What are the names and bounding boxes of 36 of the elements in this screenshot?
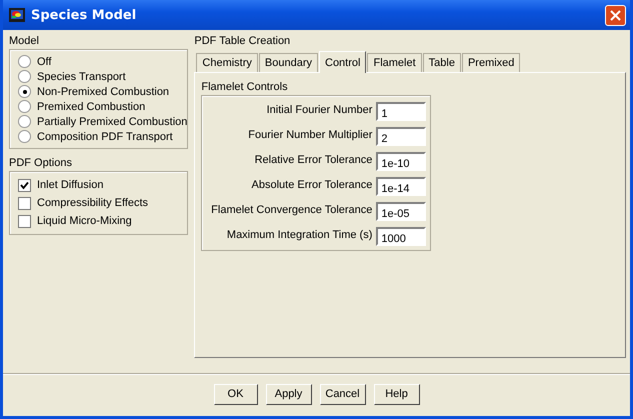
field-label: Initial Fourier Number bbox=[266, 103, 372, 116]
checkbox-label: Inlet Diffusion bbox=[37, 179, 104, 191]
tab[interactable]: Premixed bbox=[462, 53, 520, 72]
radio-label: Species Transport bbox=[37, 70, 126, 82]
tab[interactable]: Flamelet bbox=[367, 53, 422, 72]
input-field[interactable]: 1e-14 bbox=[376, 177, 426, 196]
field-label: Relative Error Tolerance bbox=[254, 153, 372, 166]
window-title: Species Model bbox=[31, 8, 138, 22]
input-field[interactable]: 2 bbox=[376, 127, 426, 146]
group-title: PDF Options bbox=[9, 157, 73, 169]
field-label: Maximum Integration Time (s) bbox=[226, 228, 372, 241]
tab[interactable]: Control bbox=[319, 51, 366, 73]
dialog-button[interactable]: Help bbox=[374, 384, 420, 404]
field-label: Flamelet Convergence Tolerance bbox=[211, 203, 372, 216]
group-title: PDF Table Creation bbox=[194, 35, 292, 47]
dialog-button[interactable]: OK bbox=[214, 384, 258, 404]
dialog-button[interactable]: Cancel bbox=[320, 384, 366, 404]
radio-label: Non-Premixed Combustion bbox=[37, 86, 170, 98]
input-field[interactable]: 1e-10 bbox=[376, 152, 426, 171]
input-field[interactable]: 1 bbox=[376, 102, 426, 121]
radio-label: Partially Premixed Combustion bbox=[37, 116, 188, 128]
tab[interactable]: Boundary bbox=[258, 53, 318, 72]
input-field[interactable]: 1000 bbox=[376, 227, 426, 246]
group-title: Flamelet Controls bbox=[201, 81, 289, 93]
tab[interactable]: Table bbox=[422, 53, 461, 72]
input-field[interactable]: 1e-05 bbox=[376, 202, 426, 221]
radio-label: Off bbox=[37, 56, 52, 68]
dialog-button[interactable]: Apply bbox=[266, 384, 312, 404]
checkbox-label: Liquid Micro-Mixing bbox=[37, 215, 132, 227]
field-label: Fourier Number Multiplier bbox=[248, 128, 372, 141]
tab[interactable]: Chemistry bbox=[196, 53, 258, 72]
radio-label: Premixed Combustion bbox=[37, 100, 146, 112]
radio-label: Composition PDF Transport bbox=[37, 130, 173, 142]
group-title: Model bbox=[9, 35, 40, 47]
checkbox-label: Compressibility Effects bbox=[37, 197, 148, 209]
field-label: Absolute Error Tolerance bbox=[252, 178, 372, 191]
